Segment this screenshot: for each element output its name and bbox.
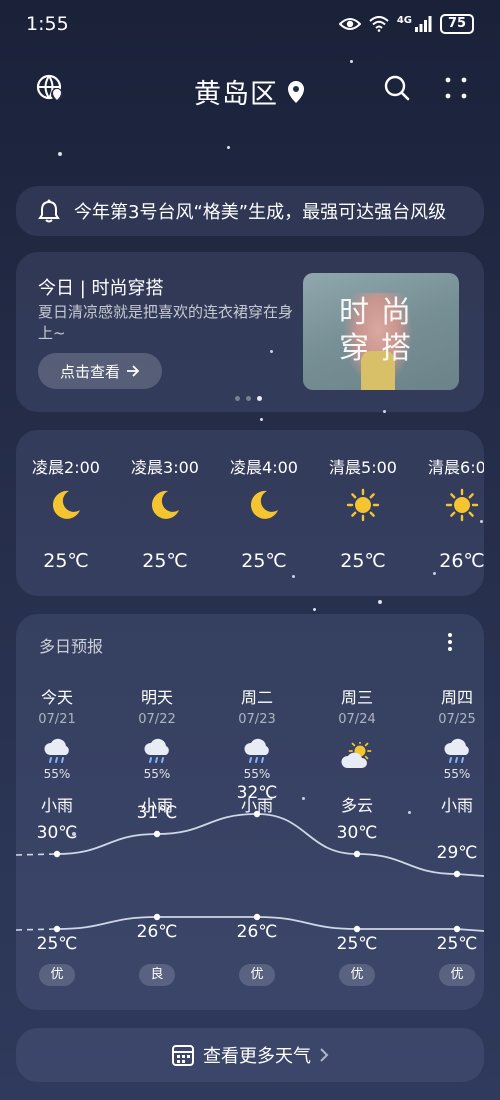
high-temp-point [153, 830, 161, 838]
hourly-temp: 25℃ [142, 550, 188, 572]
day-date: 07/23 [238, 712, 276, 727]
high-temp-point [53, 850, 61, 858]
low-curve-lead [16, 928, 58, 931]
day-date: 07/24 [338, 712, 376, 727]
low-temp-point [53, 925, 61, 933]
precip-chance: 55% [443, 767, 471, 781]
carousel-dot-active [257, 396, 262, 401]
low-temp-point [153, 913, 161, 921]
more-menu-icon[interactable] [444, 76, 468, 100]
typhoon-alert-banner[interactable]: 今年第3号台风“格美”生成，最强可达强台风级 [16, 186, 484, 236]
hourly-temp: 26℃ [439, 550, 484, 572]
carousel-dot [246, 396, 251, 401]
city-name[interactable]: 黄岛区 [194, 72, 278, 111]
hourly-temp: 25℃ [43, 550, 89, 572]
weather-desc: 小雨 [40, 796, 73, 815]
top-bar: 黄岛区 [0, 64, 500, 116]
hourly-forecast-card[interactable]: 凌晨2:00 25℃ 凌晨3:00 25℃ 凌晨4:00 25℃ 清晨5:00 25℃ 清晨6:… [16, 430, 484, 596]
hourly-temp: 25℃ [241, 550, 287, 572]
high-temp-label: 30℃ [336, 823, 378, 843]
air-quality-badge: 优 [339, 964, 375, 986]
hourly-time: 清晨5:00 [329, 458, 397, 477]
high-temp-label: 32℃ [236, 783, 278, 803]
low-temp-label: 26℃ [236, 922, 278, 942]
sun-icon [445, 488, 479, 526]
air-quality-badge: 优 [439, 964, 475, 986]
fashion-promo-card[interactable]: 今日 | 时尚穿搭 夏日清凉感就是把喜欢的连衣裙穿在身上~ 点击查看 时尚 穿搭 [16, 252, 484, 412]
daily-forecast-card[interactable]: 多日预报 今天 07/21 55% 小雨优明天 07/22 55% 小雨良周二 07/23 55… [16, 614, 484, 1010]
rain-cloud-icon [442, 738, 472, 768]
day-name: 周四 [440, 688, 473, 707]
hourly-time: 凌晨4:00 [230, 458, 298, 477]
air-quality-badge: 良 [139, 964, 175, 986]
high-temp-point [353, 850, 361, 858]
high-temp-label: 31℃ [136, 803, 178, 823]
sun-icon [346, 488, 380, 526]
day-date: 07/22 [138, 712, 176, 727]
alert-text: 今年第3号台风“格美”生成，最强可达强台风级 [74, 202, 447, 223]
low-temp-label: 25℃ [336, 934, 378, 954]
promo-button-label: 点击查看 [59, 362, 120, 381]
low-temp-label: 26℃ [136, 922, 178, 942]
hourly-time: 清晨6:00 [428, 458, 484, 477]
high-curve-lead [16, 853, 58, 856]
day-name: 周三 [340, 688, 373, 707]
precip-chance: 55% [243, 767, 271, 781]
rain-cloud-icon [42, 738, 72, 768]
day-date: 07/21 [38, 712, 76, 727]
fashion-image[interactable]: 时尚 穿搭 [303, 273, 459, 390]
day-name: 今天 [40, 688, 73, 707]
carousel-dot [235, 396, 240, 401]
day-date: 07/25 [438, 712, 476, 727]
partly-cloudy-icon [340, 739, 374, 776]
day-name: 明天 [140, 688, 173, 707]
moon-icon [148, 488, 182, 526]
air-quality-badge: 优 [39, 964, 75, 986]
precip-chance: 55% [43, 767, 71, 781]
chevron-right-icon [320, 1048, 329, 1062]
status-time: 1:55 [26, 13, 69, 35]
promo-image-text-2: 穿搭 [339, 331, 423, 366]
high-temp-label: 30℃ [36, 823, 78, 843]
rain-cloud-icon [242, 738, 272, 768]
network-label: 4G [396, 14, 412, 26]
low-temp-point [453, 925, 461, 933]
wifi-icon [369, 16, 389, 32]
weather-desc: 多云 [340, 796, 373, 815]
bell-icon [38, 199, 60, 223]
eye-icon [338, 18, 361, 30]
more-weather-button[interactable]: 查看更多天气 [16, 1028, 484, 1082]
hourly-time: 凌晨2:00 [32, 458, 100, 477]
arrow-right-icon [127, 365, 140, 377]
promo-image-text-1: 时尚 [339, 295, 423, 330]
search-icon[interactable] [383, 74, 411, 102]
low-temp-point [253, 913, 261, 921]
promo-view-button[interactable]: 点击查看 [38, 353, 162, 389]
moon-icon [49, 488, 83, 526]
promo-title: 今日 | 时尚穿搭 [38, 278, 164, 299]
status-bar: 1:55 4G 75 [0, 0, 500, 48]
more-weather-label: 查看更多天气 [203, 1046, 311, 1067]
high-temp-label: 29℃ [436, 843, 478, 863]
hourly-time: 凌晨3:00 [131, 458, 199, 477]
low-temp-label: 25℃ [36, 934, 78, 954]
signal-icon [415, 16, 432, 32]
carousel-indicator [235, 396, 262, 401]
precip-chance: 55% [143, 767, 171, 781]
promo-description: 夏日清凉感就是把喜欢的连衣裙穿在身上~ [38, 303, 294, 342]
weather-desc: 小雨 [440, 796, 473, 815]
battery-indicator: 75 [440, 14, 474, 34]
low-temp-label: 25℃ [436, 934, 478, 954]
day-name: 周二 [240, 688, 273, 707]
rain-cloud-icon [142, 738, 172, 768]
moon-icon [247, 488, 281, 526]
hourly-temp: 25℃ [340, 550, 386, 572]
low-temp-point [353, 925, 361, 933]
air-quality-badge: 优 [239, 964, 275, 986]
location-pin-icon [288, 80, 304, 103]
high-temp-point [453, 870, 461, 878]
calendar-icon [172, 1045, 194, 1066]
